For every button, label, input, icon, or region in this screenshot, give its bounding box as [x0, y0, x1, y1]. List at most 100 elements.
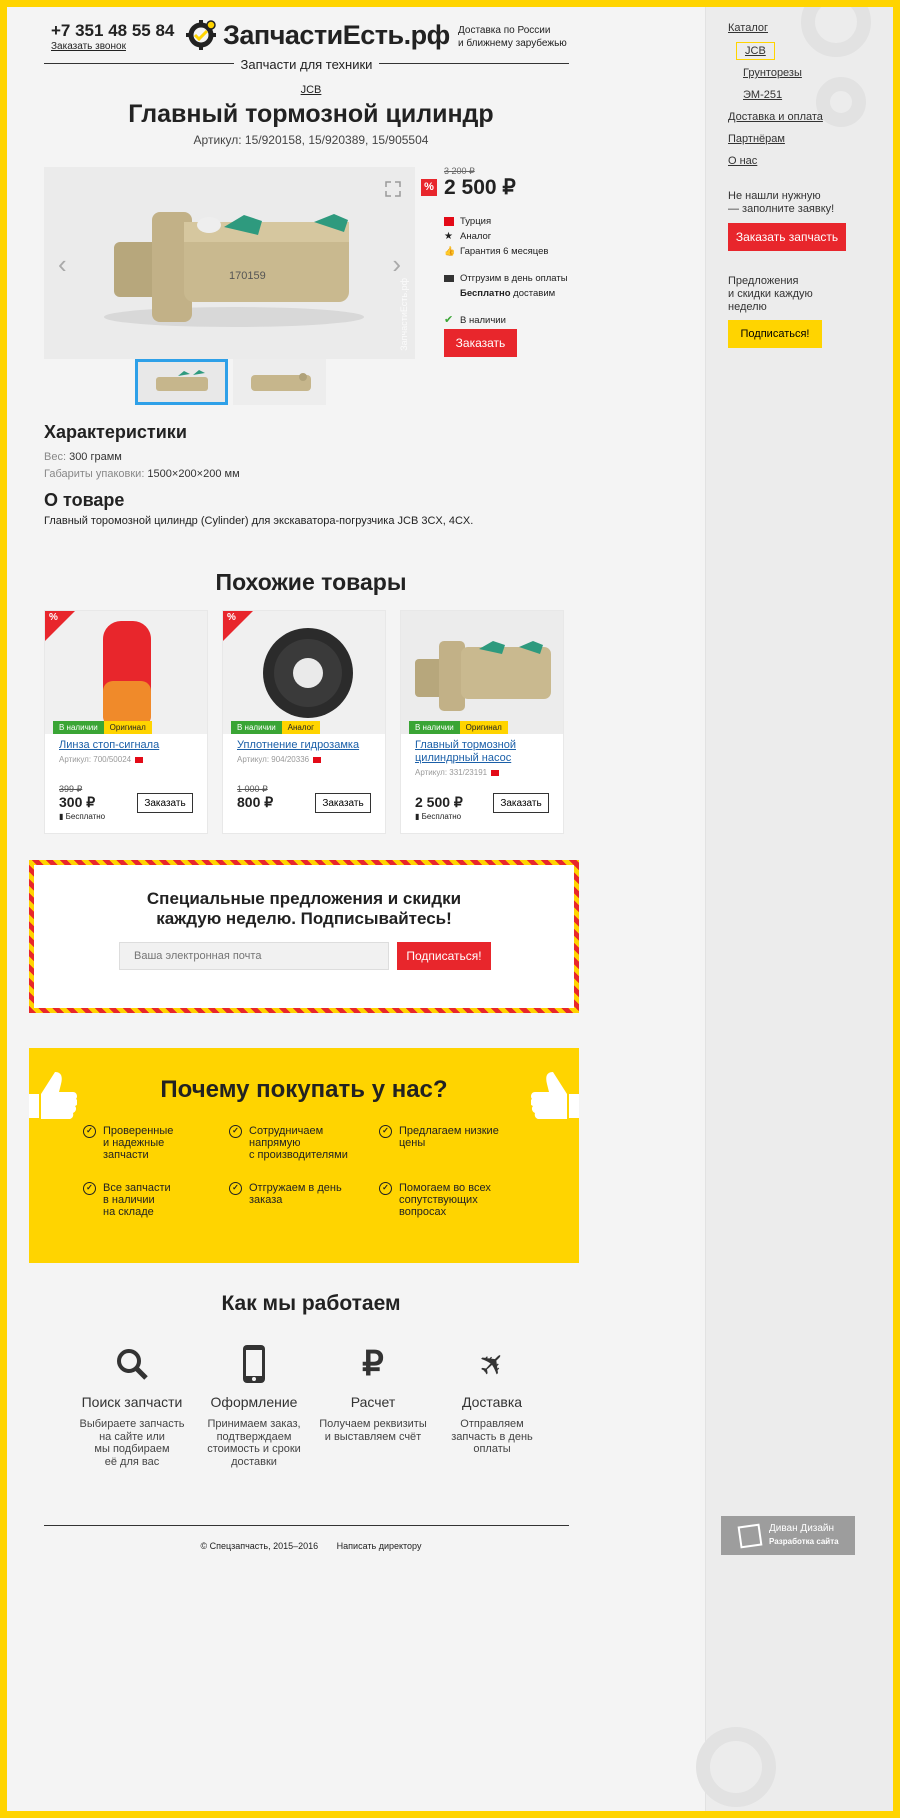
developer-badge[interactable]: Диван Дизайн Разработка сайта [721, 1516, 855, 1555]
card-articul: Артикул: 700/50024 [59, 755, 144, 764]
card-free-text: Бесплатно [65, 812, 106, 821]
type-tag: Аналог [281, 721, 320, 734]
header-phone[interactable]: +7 351 48 55 84 [51, 21, 174, 41]
why-item: ✓ Предлагаем низкие цены [379, 1125, 507, 1149]
kind-row: ★ Аналог [444, 229, 568, 244]
breadcrumb[interactable]: JCB [7, 84, 615, 96]
step-line: и выставляем счёт [324, 1430, 422, 1443]
sale-corner-label: % [49, 612, 58, 623]
why-section: Почему покупать у нас? ✓ Проверенные и над… [29, 1048, 579, 1263]
about-title: О товаре [44, 490, 125, 510]
gallery-thumb[interactable] [233, 359, 326, 405]
how-title: Как мы работаем [221, 1292, 401, 1315]
flag-icon [491, 769, 500, 776]
expand-icon[interactable] [385, 181, 401, 197]
sidebar-item-delivery[interactable]: Доставка и оплата [728, 111, 823, 123]
step: ✈ Доставка Отправляем запчасть в день опла… [433, 1342, 551, 1456]
card-image: В наличии Оригинал [401, 611, 563, 734]
step-desc: Принимаем заказ, подтверждаем стоимость и … [195, 1418, 313, 1468]
card-order-button[interactable]: Заказать [137, 793, 193, 813]
site-logo[interactable]: ЗапчастиЕсть.рф [185, 19, 450, 51]
tagline-row: Запчасти для техники [44, 57, 569, 72]
step-line: доставки [231, 1455, 277, 1468]
step-line: на сайте или [99, 1430, 165, 1443]
step-line: запчасть в день [451, 1430, 533, 1443]
callback-link[interactable]: Заказать звонок [51, 41, 126, 52]
product-card[interactable]: В наличии Оригинал Главный тормозной цили… [400, 610, 564, 834]
sidebar-item-partners[interactable]: Партнёрам [728, 133, 785, 145]
why-line: Отгружаем в день [249, 1182, 342, 1194]
card-image: % В наличии Аналог [223, 611, 385, 734]
sidebar-item-catalog[interactable]: Каталог [728, 22, 768, 34]
check-circle-icon: ✓ [229, 1182, 242, 1195]
subscribe-inner: Специальные предложения и скидки каждую … [34, 865, 574, 1008]
why-line: Помогаем во всех [399, 1182, 491, 1194]
product-image: 170159 [44, 167, 415, 359]
sidebar-item-em251[interactable]: ЭМ-251 [743, 89, 782, 101]
flag-icon [313, 756, 322, 763]
sidebar-item-about[interactable]: О нас [728, 155, 757, 167]
step-line: её для вас [104, 1455, 160, 1468]
product-gallery[interactable]: 170159 ‹ › ЗапчастиЕсть.рф [44, 167, 415, 359]
subscribe-button[interactable]: Подписаться! [397, 942, 491, 970]
card-order-button[interactable]: Заказать [493, 793, 549, 813]
footer-divider [44, 1525, 569, 1526]
sidebar-item-jcb[interactable]: JCB [736, 42, 775, 60]
specs-title: Характеристики [44, 422, 187, 442]
step-line: Получаем реквизиты [319, 1418, 427, 1430]
why-line: с производителями [249, 1149, 348, 1161]
order-button[interactable]: Заказать [444, 329, 517, 357]
sidebar-item-grunt[interactable]: Грунторезы [743, 67, 802, 79]
phone-icon [243, 1345, 265, 1383]
copyright: © Спецзапчасть, 2015–2016 [200, 1541, 319, 1551]
step-title: Поиск запчасти [81, 1394, 183, 1410]
order-part-button[interactable]: Заказать запчасть [728, 223, 846, 251]
step-title: Доставка [461, 1394, 523, 1410]
product-card[interactable]: % В наличии Аналог Уплотнение гидрозамка … [222, 610, 386, 834]
page-title: Главный тормозной цилиндр [128, 100, 494, 128]
why-line: вопросах [399, 1206, 447, 1218]
card-order-button[interactable]: Заказать [315, 793, 371, 813]
svg-text:170159: 170159 [229, 270, 266, 282]
card-name[interactable]: Главный тормозной цилиндрный насос [415, 739, 555, 765]
why-line: Все запчасти [103, 1182, 171, 1194]
card-name[interactable]: Уплотнение гидрозамка [237, 739, 377, 752]
card-free: ▮ Бесплатно [415, 812, 461, 821]
write-director-link[interactable]: Написать директору [337, 1541, 422, 1551]
stock-tag: В наличии [53, 721, 104, 734]
card-articul: Артикул: 331/23191 [415, 768, 500, 777]
card-free: ▮ Бесплатно [59, 812, 105, 821]
gallery-prev-icon[interactable]: ‹ [58, 249, 67, 280]
spec-size: Габариты упаковки: 1500×200×200 мм [44, 468, 240, 480]
truck-icon: ▮ [415, 812, 422, 821]
free-delivery-row: Бесплатно доставим [444, 286, 568, 301]
page-frame: +7 351 48 55 84 Заказать звонок Запчасти… [7, 7, 893, 1811]
card-articul-text: Артикул: 700/50024 [59, 755, 132, 764]
email-input[interactable] [119, 942, 389, 970]
why-line: сопутствующих [399, 1194, 478, 1206]
note-line: — заполните заявку! [728, 203, 835, 215]
step: Оформление Принимаем заказ, подтверждаем с… [195, 1344, 313, 1468]
search-icon [117, 1349, 148, 1380]
check-icon: ✔ [444, 314, 454, 326]
kind: Аналог [460, 231, 492, 242]
why-line: заказа [249, 1194, 283, 1206]
stock-tag: В наличии [231, 721, 282, 734]
gallery-next-icon[interactable]: › [392, 249, 401, 280]
offers-note: Предложения и скидки каждую неделю [728, 275, 813, 314]
logo-text: ЗапчастиЕсть.рф [223, 19, 450, 50]
sidebar-subscribe-button[interactable]: Подписаться! [728, 320, 822, 348]
check-circle-icon: ✓ [229, 1125, 242, 1138]
dev-subtitle: Разработка сайта [769, 1537, 839, 1546]
why-line: Предлагаем низкие [399, 1125, 499, 1137]
why-line: цены [399, 1137, 426, 1149]
spec-key: Вес: [44, 451, 67, 463]
card-name[interactable]: Линза стоп-сигнала [59, 739, 199, 752]
step-line: Принимаем заказ, [207, 1418, 301, 1430]
step-desc: Отправляем запчасть в день оплаты [433, 1418, 551, 1456]
product-card[interactable]: % В наличии Оригинал Линза стоп-сигнала А… [44, 610, 208, 834]
ruble-icon: ₽ [362, 1345, 384, 1383]
delivery-line1: Доставка по России [458, 25, 551, 36]
gallery-thumb[interactable] [135, 359, 228, 405]
about-text: Главный торомозной цилиндр (Cylinder) дл… [44, 515, 474, 527]
